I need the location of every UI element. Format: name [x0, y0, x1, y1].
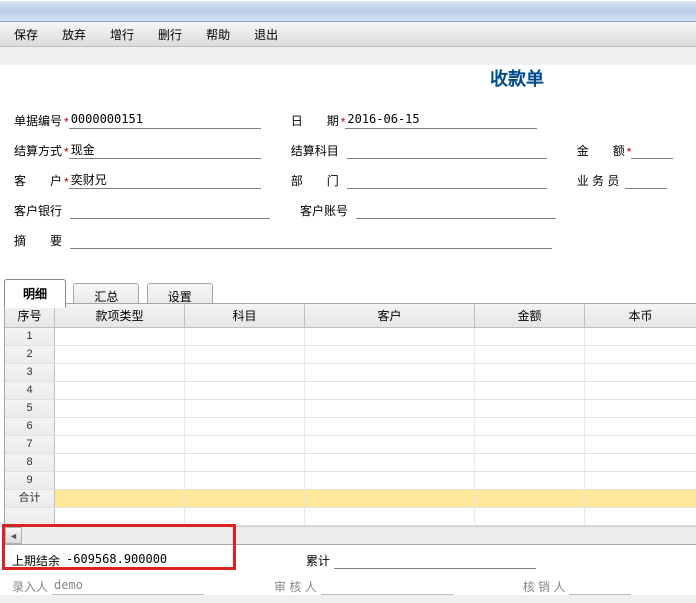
window: 保存 放弃 增行 删行 帮助 退出 收款单 单据编号 * 日 期 * 结算方式 …	[0, 0, 696, 603]
col-type[interactable]: 款项类型	[55, 304, 185, 327]
amount-label: 金 额	[577, 142, 625, 159]
sales-label: 业 务 员	[577, 172, 620, 189]
table-row[interactable]: 5	[5, 400, 696, 418]
acct-field[interactable]	[356, 201, 556, 219]
form-area: 单据编号 * 日 期 * 结算方式 * 结算科目 金 额 * 客 户 *	[0, 91, 696, 249]
total-row: 合计	[5, 490, 696, 508]
table-row[interactable]: 3	[5, 364, 696, 382]
table-row[interactable]: 6	[5, 418, 696, 436]
detail-grid: 序号 款项类型 科目 客户 金额 本币 1 2 3 4 5 6 7 8 9 合计	[4, 303, 696, 545]
customer-label: 客 户	[14, 172, 62, 189]
table-row	[5, 508, 696, 526]
sales-field[interactable]	[625, 171, 667, 189]
maker-field	[52, 577, 204, 595]
settle-label: 结算方式	[14, 142, 62, 159]
table-row[interactable]: 1	[5, 328, 696, 346]
menu-save[interactable]: 保存	[2, 22, 50, 46]
menu-delrow[interactable]: 删行	[146, 22, 194, 46]
col-customer[interactable]: 客户	[305, 304, 475, 327]
date-label: 日 期	[291, 112, 339, 129]
acct-label: 客户账号	[300, 202, 348, 219]
row-number: 1	[5, 328, 55, 345]
col-local[interactable]: 本币	[585, 304, 696, 327]
table-row[interactable]: 2	[5, 346, 696, 364]
table-row[interactable]: 9	[5, 472, 696, 490]
subject-label: 结算科目	[291, 142, 339, 159]
tab-detail[interactable]: 明细	[4, 279, 66, 308]
bank-label: 客户银行	[14, 202, 62, 219]
menu-discard[interactable]: 放弃	[50, 22, 98, 46]
subject-field[interactable]	[347, 141, 547, 159]
date-field[interactable]	[345, 111, 537, 129]
row-number: 4	[5, 382, 55, 399]
prev-balance-field[interactable]	[64, 551, 216, 569]
dept-label: 部 门	[291, 172, 339, 189]
bank-field[interactable]	[70, 201, 270, 219]
doc-no-field[interactable]	[69, 111, 261, 129]
cumulative-field[interactable]	[334, 551, 536, 569]
grid-body: 1 2 3 4 5 6 7 8 9 合计	[5, 328, 696, 526]
amount-field[interactable]	[631, 141, 673, 159]
memo-label: 摘 要	[14, 232, 62, 249]
grid-header: 序号 款项类型 科目 客户 金额 本币	[5, 304, 696, 328]
table-row[interactable]: 4	[5, 382, 696, 400]
memo-field[interactable]	[70, 231, 552, 249]
title-bar	[0, 0, 696, 22]
horizontal-scrollbar[interactable]: ◄	[5, 526, 696, 544]
dept-field[interactable]	[347, 171, 547, 189]
row-number: 7	[5, 436, 55, 453]
row-number: 3	[5, 364, 55, 381]
col-amount[interactable]: 金额	[475, 304, 585, 327]
row-number: 6	[5, 418, 55, 435]
row-number: 9	[5, 472, 55, 489]
row-number: 5	[5, 400, 55, 417]
page-title: 收款单	[490, 69, 544, 89]
doc-no-label: 单据编号	[14, 112, 62, 129]
prev-balance-label: 上期结余	[12, 552, 60, 569]
col-subject[interactable]: 科目	[185, 304, 305, 327]
cumulative-label: 累计	[306, 552, 330, 569]
tab-bar: 明细 汇总 设置	[4, 279, 696, 303]
footer-area: 上期结余 累计 录入人 审 核 人 核 销 人	[4, 551, 696, 595]
menu-addrow[interactable]: 增行	[98, 22, 146, 46]
menu-bar: 保存 放弃 增行 删行 帮助 退出	[0, 22, 696, 47]
writeoff-label: 核 销 人	[523, 578, 566, 595]
row-number: 2	[5, 346, 55, 363]
scroll-left-icon[interactable]: ◄	[5, 527, 22, 544]
content-area: 收款单 单据编号 * 日 期 * 结算方式 * 结算科目 金 额 *	[0, 65, 696, 595]
row-number: 8	[5, 454, 55, 471]
menu-exit[interactable]: 退出	[242, 22, 290, 46]
auditor-label: 审 核 人	[274, 578, 317, 595]
table-row[interactable]: 8	[5, 454, 696, 472]
total-label: 合计	[5, 490, 55, 507]
customer-field[interactable]	[69, 171, 261, 189]
auditor-field	[321, 577, 453, 595]
menu-help[interactable]: 帮助	[194, 22, 242, 46]
settle-field[interactable]	[69, 141, 261, 159]
writeoff-field	[569, 577, 631, 595]
maker-label: 录入人	[12, 578, 48, 595]
table-row[interactable]: 7	[5, 436, 696, 454]
